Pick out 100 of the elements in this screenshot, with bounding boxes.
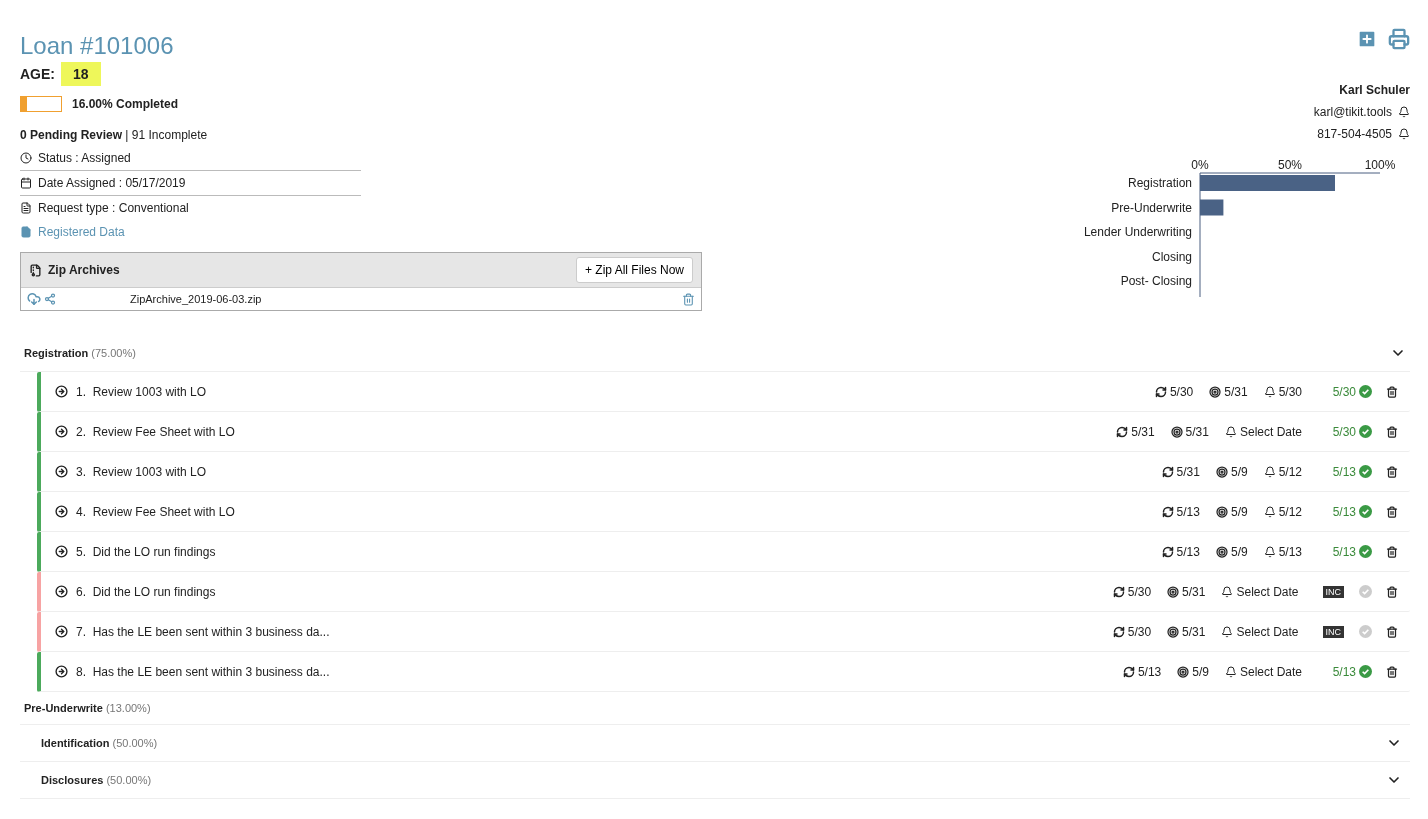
target-icon[interactable] [1209, 385, 1222, 398]
age-badge: 18 [61, 62, 101, 86]
check-circle-icon[interactable] [1359, 385, 1372, 398]
task-row[interactable]: 4. Review Fee Sheet with LO 5/13 5/9 5/12 5/13 [37, 492, 1410, 532]
check-circle-icon[interactable] [1359, 425, 1372, 438]
target-icon[interactable] [1215, 545, 1228, 558]
bell-icon[interactable] [1263, 465, 1276, 478]
refresh-icon[interactable] [1122, 665, 1135, 678]
check-circle-icon[interactable] [1359, 545, 1372, 558]
arrow-circle-icon[interactable] [55, 465, 68, 478]
target-date[interactable]: 5/31 [1185, 424, 1209, 439]
check-circle-icon[interactable] [1359, 585, 1372, 598]
refresh-icon[interactable] [1154, 385, 1167, 398]
trash-icon[interactable] [1386, 585, 1398, 598]
target-icon[interactable] [1167, 625, 1180, 638]
print-icon[interactable] [1388, 28, 1410, 50]
recurrence-date[interactable]: 5/13 [1176, 544, 1200, 559]
reminder-date[interactable]: 5/12 [1278, 464, 1302, 479]
bell-icon[interactable] [1224, 665, 1237, 678]
check-circle-icon[interactable] [1359, 505, 1372, 518]
add-icon[interactable] [1356, 28, 1378, 50]
arrow-circle-icon[interactable] [55, 425, 68, 438]
trash-icon[interactable] [1386, 505, 1398, 518]
recurrence-date[interactable]: 5/30 [1169, 384, 1194, 399]
reminder-date[interactable]: 5/13 [1278, 544, 1302, 559]
arrow-circle-icon[interactable] [55, 665, 68, 678]
target-icon[interactable] [1215, 505, 1228, 518]
trash-icon[interactable] [1386, 545, 1398, 558]
bell-icon[interactable] [1263, 505, 1276, 518]
refresh-icon[interactable] [1112, 625, 1125, 638]
target-date[interactable]: 5/9 [1230, 464, 1248, 479]
reminder-date[interactable]: 5/12 [1278, 504, 1302, 519]
completed-date: 5/30 [1331, 424, 1356, 439]
reminder-date[interactable]: Select Date [1236, 624, 1299, 639]
target-icon[interactable] [1170, 425, 1183, 438]
cloud-download-icon[interactable] [27, 292, 41, 306]
arrow-circle-icon[interactable] [55, 545, 68, 558]
bell-icon[interactable] [1398, 128, 1410, 140]
task-row[interactable]: 1. Review 1003 with LO 5/30 5/31 5/30 5/30 [37, 372, 1410, 412]
task-title: 3. Review 1003 with LO [76, 464, 208, 479]
recurrence-date[interactable]: 5/30 [1127, 624, 1152, 639]
check-circle-icon[interactable] [1359, 665, 1372, 678]
bell-icon[interactable] [1263, 385, 1276, 398]
target-date[interactable]: 5/9 [1230, 544, 1248, 559]
trash-icon[interactable] [1386, 465, 1398, 478]
section-header[interactable]: Registration (75.00%) [20, 335, 1410, 372]
section-header[interactable]: Disclosures (50.00%) [20, 762, 1410, 799]
section-header[interactable]: Identification (50.00%) [20, 725, 1410, 762]
trash-icon[interactable] [1386, 425, 1398, 438]
target-date[interactable]: 5/9 [1192, 664, 1209, 679]
task-row[interactable]: 3. Review 1003 with LO 5/31 5/9 5/12 5/13 [37, 452, 1410, 492]
refresh-icon[interactable] [1116, 425, 1129, 438]
refresh-icon[interactable] [1161, 545, 1174, 558]
target-date[interactable]: 5/31 [1224, 384, 1248, 399]
recurrence-date[interactable]: 5/30 [1127, 584, 1152, 599]
recurrence-date[interactable]: 5/31 [1131, 424, 1155, 439]
bell-icon[interactable] [1263, 545, 1276, 558]
reminder-date[interactable]: Select Date [1239, 664, 1302, 679]
category-label: Post- Closing [1120, 274, 1192, 288]
task-title: 1. Review 1003 with LO [76, 384, 208, 399]
task-row[interactable]: 6. Did the LO run findings 5/30 5/31 Select Date INC [37, 572, 1410, 612]
trash-icon[interactable] [1386, 625, 1398, 638]
registered-data-link[interactable]: Registered Data [20, 220, 125, 244]
bell-icon[interactable] [1221, 585, 1234, 598]
recurrence-date[interactable]: 5/13 [1176, 504, 1200, 519]
task-row[interactable]: 8. Has the LE been sent within 3 business da... 5/13 5/9 Select Date 5/13 [37, 652, 1410, 692]
arrow-circle-icon[interactable] [55, 385, 68, 398]
check-circle-icon[interactable] [1359, 625, 1372, 638]
section-header[interactable]: Pre-Underwrite (13.00%) [20, 692, 1410, 725]
target-date[interactable]: 5/9 [1230, 504, 1248, 519]
trash-icon[interactable] [1386, 385, 1398, 398]
target-date[interactable]: 5/31 [1182, 624, 1206, 639]
check-circle-icon[interactable] [1359, 465, 1372, 478]
arrow-circle-icon[interactable] [55, 585, 68, 598]
arrow-circle-icon[interactable] [55, 505, 68, 518]
trash-icon[interactable] [1386, 665, 1398, 678]
arrow-circle-icon[interactable] [55, 625, 68, 638]
recurrence-date[interactable]: 5/13 [1137, 664, 1162, 679]
target-date[interactable]: 5/31 [1182, 584, 1206, 599]
task-title: 5. Did the LO run findings [76, 544, 217, 559]
reminder-date[interactable]: Select Date [1239, 424, 1302, 439]
zip-all-button[interactable]: + Zip All Files Now [575, 257, 693, 283]
task-row[interactable]: 2. Review Fee Sheet with LO 5/31 5/31 Select Date 5/30 [37, 412, 1410, 452]
target-icon[interactable] [1177, 665, 1190, 678]
refresh-icon[interactable] [1112, 585, 1125, 598]
task-row[interactable]: 5. Did the LO run findings 5/13 5/9 5/13 5/13 [37, 532, 1410, 572]
target-icon[interactable] [1167, 585, 1180, 598]
reminder-date[interactable]: Select Date [1236, 584, 1299, 599]
task-row[interactable]: 7. Has the LE been sent within 3 business da... 5/30 5/31 Select Date INC [37, 612, 1410, 652]
refresh-icon[interactable] [1161, 505, 1174, 518]
reminder-date[interactable]: 5/30 [1278, 384, 1302, 399]
share-icon[interactable] [44, 293, 56, 305]
bell-icon[interactable] [1224, 425, 1237, 438]
progress-label: 16.00% Completed [72, 97, 179, 111]
bell-icon[interactable] [1398, 106, 1410, 118]
bell-icon[interactable] [1221, 625, 1234, 638]
contact-phone: 817-504-4505 [1317, 127, 1392, 141]
refresh-icon[interactable] [1161, 465, 1174, 478]
target-icon[interactable] [1215, 465, 1228, 478]
recurrence-date[interactable]: 5/31 [1176, 464, 1200, 479]
